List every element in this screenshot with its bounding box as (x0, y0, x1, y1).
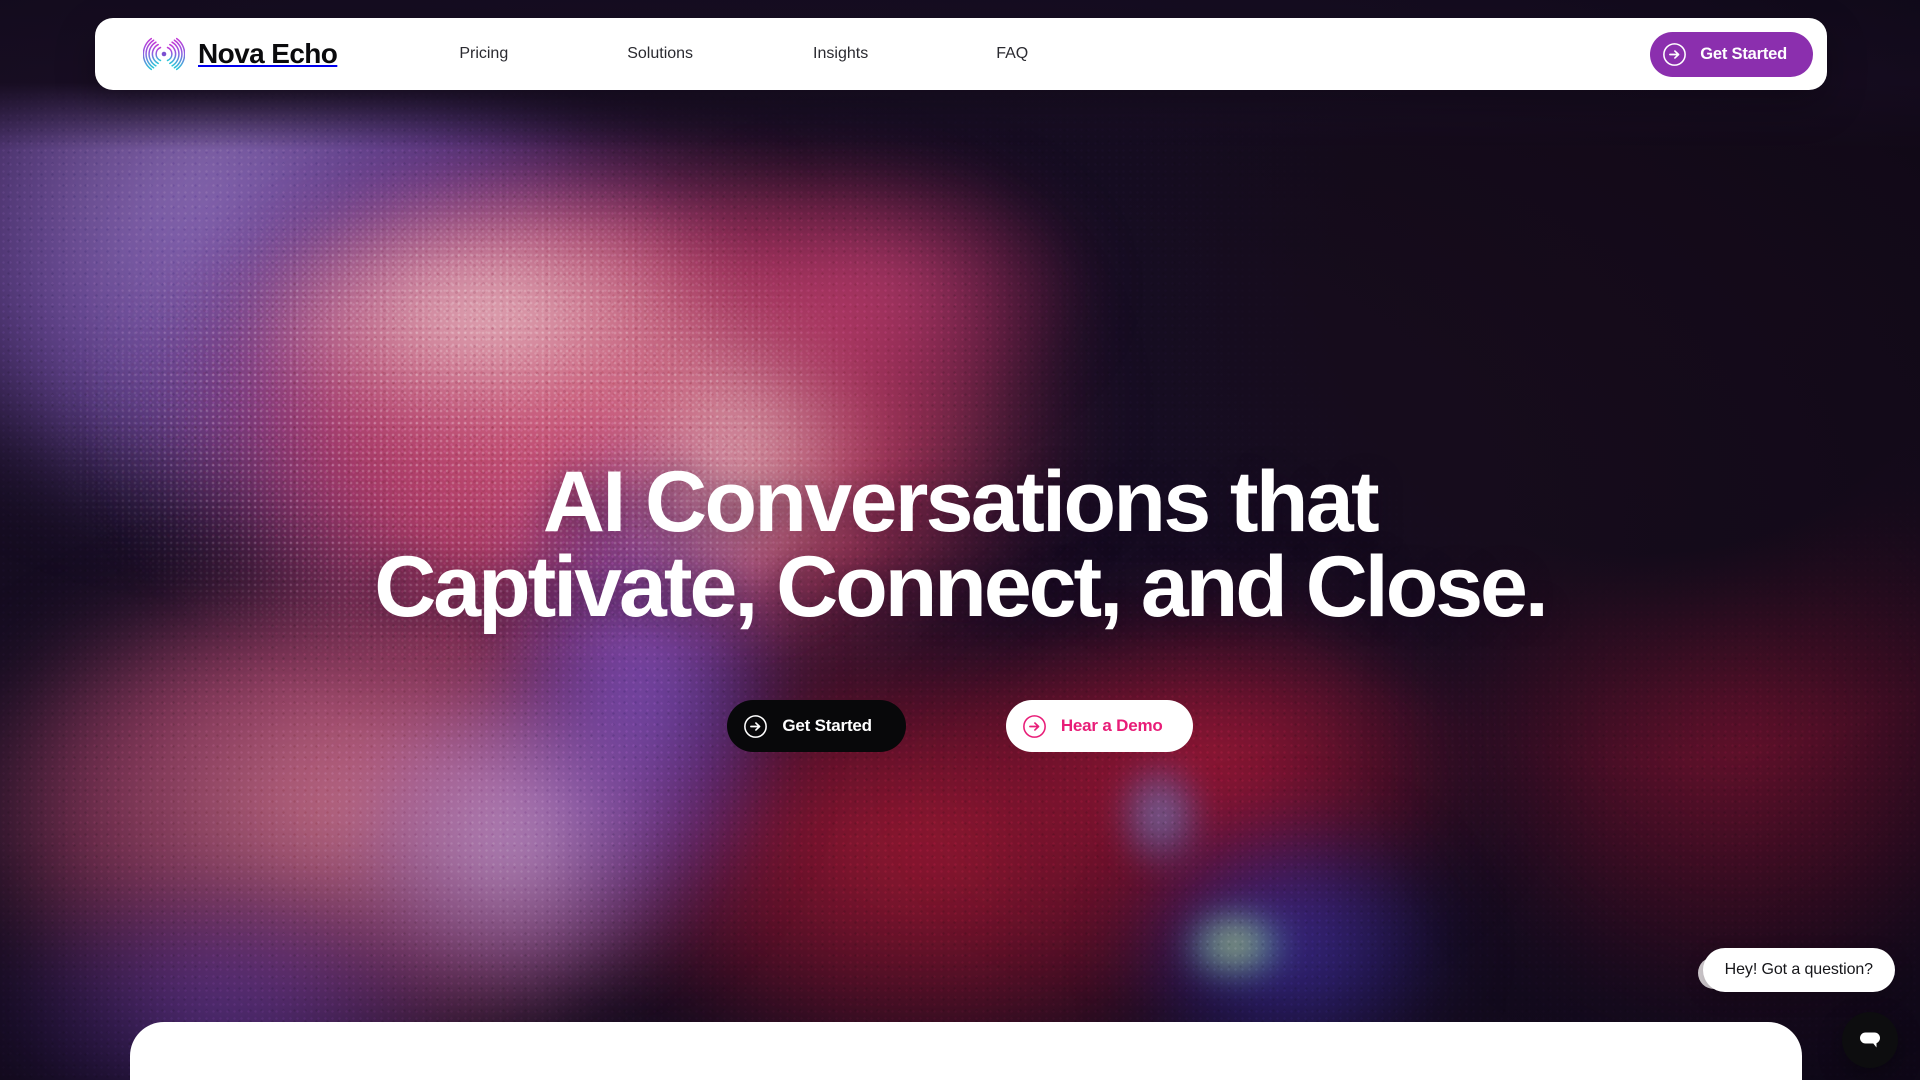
page-root: Nova Echo Pricing Solutions Insights FAQ… (0, 0, 1920, 1080)
arrow-right-circle-icon (1022, 714, 1046, 738)
arrow-right-circle-icon (1663, 42, 1687, 66)
brand-logo-link[interactable]: Nova Echo (143, 37, 338, 71)
chat-prompt-bubble[interactable]: Hey! Got a question? (1702, 948, 1895, 992)
hero-section: AI Conversations that Captivate, Connect… (0, 0, 1920, 1080)
chat-launcher-button[interactable] (1842, 1012, 1898, 1068)
arrow-right-circle-icon (744, 714, 768, 738)
header-get-started-button[interactable]: Get Started (1650, 31, 1813, 77)
echo-waves-icon (143, 37, 185, 71)
page-title: AI Conversations that Captivate, Connect… (0, 459, 1920, 636)
hear-a-demo-button[interactable]: Hear a Demo (1005, 700, 1193, 752)
chat-bubble-icon (1860, 1032, 1880, 1048)
nav-item-solutions[interactable]: Solutions (623, 39, 697, 69)
next-section-panel (130, 1022, 1802, 1080)
headline-line-1: AI Conversations that (542, 454, 1380, 550)
main-navigation: Pricing Solutions Insights FAQ (455, 39, 1032, 69)
header-get-started-label: Get Started (1700, 44, 1787, 63)
hero-cta-row: Get Started Hear a Demo (0, 700, 1920, 752)
hero-get-started-label: Get Started (782, 716, 872, 735)
hero-get-started-button[interactable]: Get Started (727, 700, 906, 752)
brand-name: Nova Echo (198, 38, 338, 69)
hear-a-demo-label: Hear a Demo (1060, 716, 1163, 735)
nav-item-pricing[interactable]: Pricing (455, 39, 512, 69)
headline-line-2: Captivate, Connect, and Close. (374, 539, 1549, 636)
echo-center-dot (161, 51, 167, 57)
site-header: Nova Echo Pricing Solutions Insights FAQ… (95, 18, 1827, 90)
nav-item-insights[interactable]: Insights (809, 39, 872, 69)
chat-prompt-text: Hey! Got a question? (1724, 961, 1873, 978)
nav-item-faq[interactable]: FAQ (992, 39, 1032, 69)
